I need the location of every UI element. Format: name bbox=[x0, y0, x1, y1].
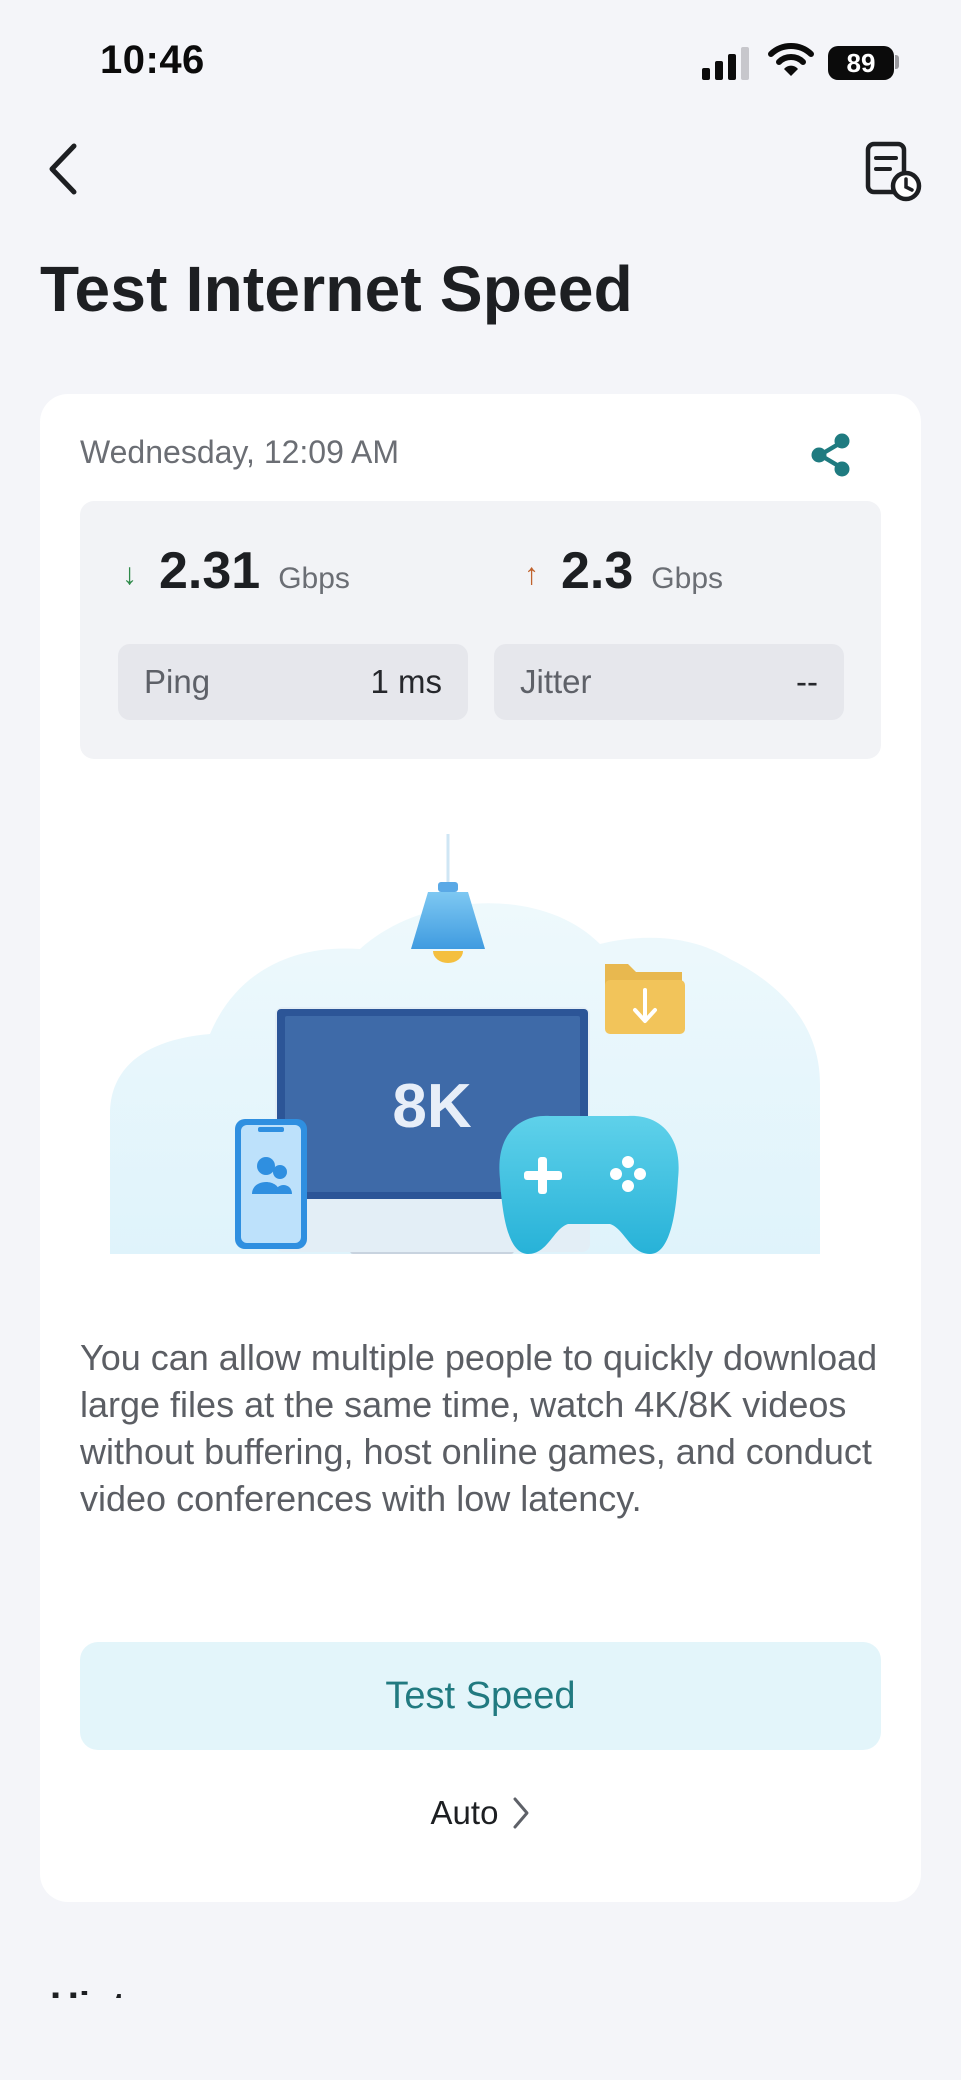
upload-unit: Gbps bbox=[651, 562, 724, 595]
speed-test-screen: 10:46 89 Test Internet Speed Wednesday, … bbox=[0, 0, 961, 2080]
status-bar: 10:46 89 bbox=[0, 0, 961, 110]
battery-icon: 89 bbox=[828, 46, 894, 80]
battery-nub bbox=[895, 55, 899, 69]
speed-illustration: 8K bbox=[110, 834, 820, 1254]
ping-label: Ping bbox=[144, 663, 211, 700]
history-heading: History bbox=[50, 1983, 188, 1998]
jitter-value: -- bbox=[796, 663, 818, 700]
share-icon bbox=[811, 433, 850, 477]
chevron-right-icon bbox=[513, 1797, 529, 1829]
report-clock-icon bbox=[865, 141, 922, 202]
test-mode-label: Auto bbox=[430, 1794, 499, 1831]
test-mode-selector[interactable]: Auto bbox=[40, 1794, 921, 1832]
phone-icon bbox=[235, 1119, 307, 1249]
ping-value: 1 ms bbox=[370, 663, 442, 700]
wifi-icon bbox=[768, 43, 814, 76]
back-button[interactable] bbox=[40, 136, 90, 202]
cellular-signal-icon bbox=[702, 46, 750, 80]
test-date: Wednesday, 12:09 AM bbox=[80, 434, 400, 470]
upload-value: 2.3 bbox=[561, 542, 634, 600]
jitter-label: Jitter bbox=[520, 663, 592, 700]
download-arrow-icon: ↓ bbox=[122, 558, 137, 591]
share-button[interactable] bbox=[806, 430, 856, 480]
download-value: 2.31 bbox=[159, 542, 261, 600]
upload-arrow-icon: ↑ bbox=[524, 558, 539, 591]
speed-description: You can allow multiple people to quickly… bbox=[80, 1337, 878, 1519]
history-section: History bbox=[40, 1983, 440, 1998]
test-speed-button[interactable]: Test Speed bbox=[80, 1642, 881, 1750]
screen-8k-label: 8K bbox=[392, 1072, 471, 1141]
download-unit: Gbps bbox=[278, 562, 350, 595]
speed-result-card: Wednesday, 12:09 AM ↓ 2.31 Gbps ↑ 2.3 Gb… bbox=[40, 394, 921, 1902]
page-title: Test Internet Speed bbox=[40, 253, 633, 325]
upload-speed: ↑ 2.3 Gbps bbox=[524, 541, 723, 601]
ping-metric: Ping 1 ms bbox=[118, 644, 468, 720]
lamp-icon bbox=[411, 834, 485, 963]
history-report-button[interactable] bbox=[862, 138, 922, 204]
folder-download-icon bbox=[605, 964, 685, 1034]
download-speed: ↓ 2.31 Gbps bbox=[122, 541, 350, 601]
speed-result-box: ↓ 2.31 Gbps ↑ 2.3 Gbps Ping 1 ms Jitter … bbox=[80, 501, 881, 759]
jitter-metric: Jitter -- bbox=[494, 644, 844, 720]
status-time: 10:46 bbox=[100, 38, 205, 82]
chevron-left-icon bbox=[49, 143, 77, 195]
